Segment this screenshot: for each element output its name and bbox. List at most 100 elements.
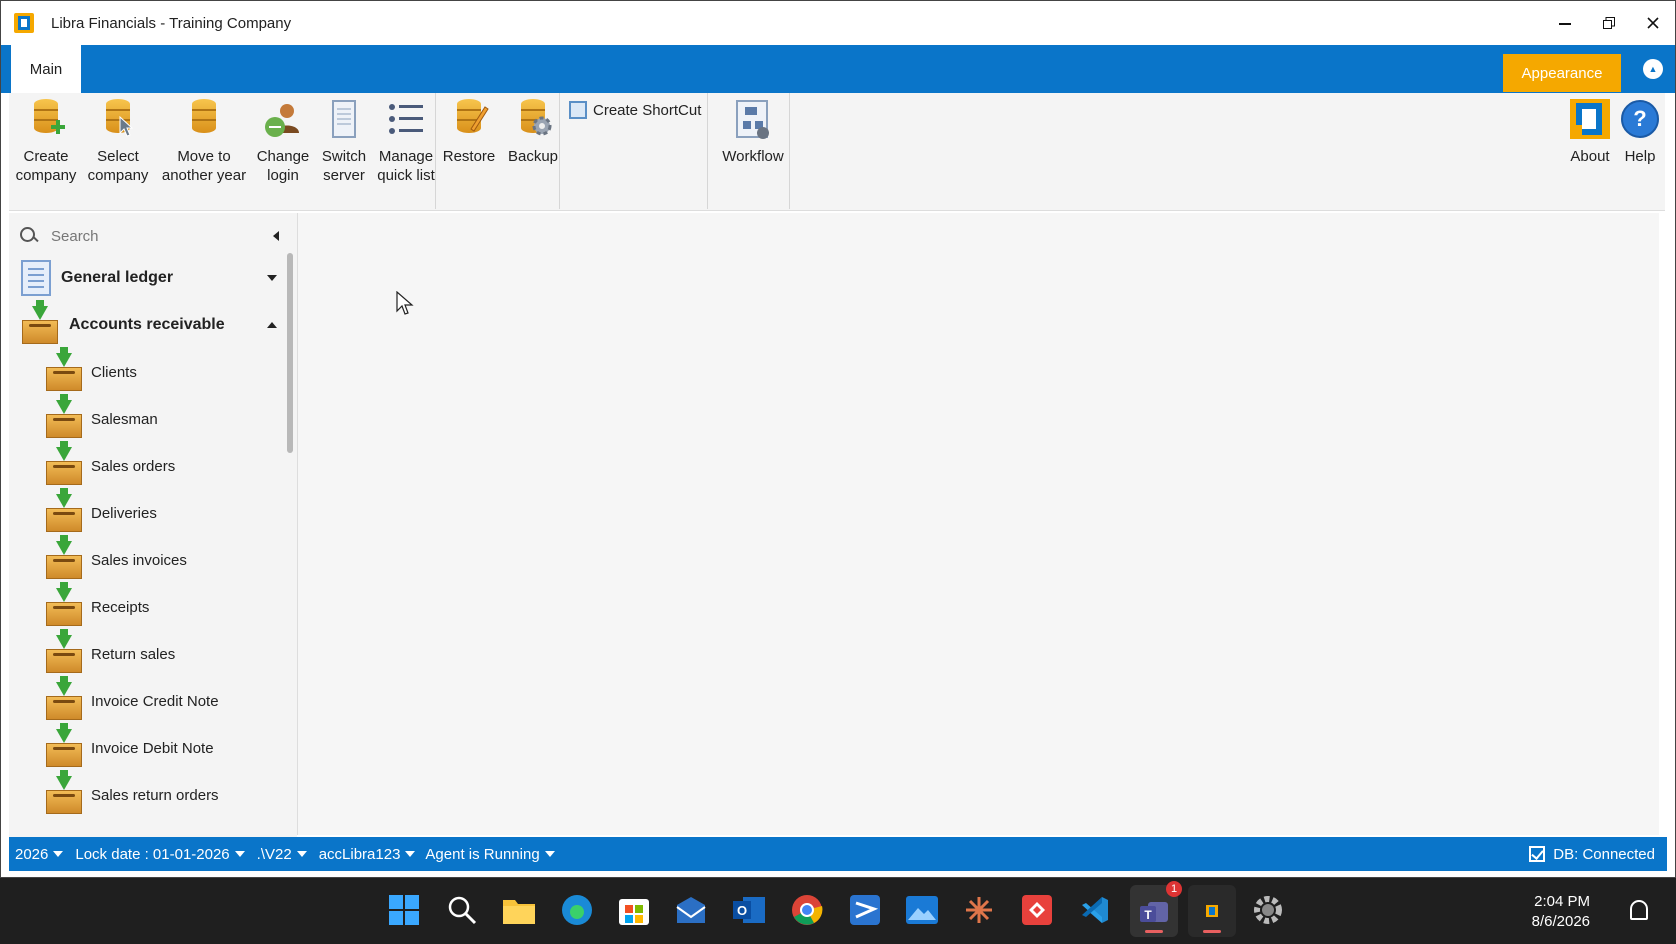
move-year-label: Move to another year: [161, 148, 247, 184]
taskbar-anydesk[interactable]: [1018, 891, 1056, 929]
create-company-button[interactable]: Create company: [15, 99, 77, 185]
app-logo-icon: [13, 12, 35, 34]
workflow-label: Workflow: [722, 148, 784, 165]
dropdown-arrow-icon: [544, 851, 555, 857]
dropdown-arrow-icon: [296, 851, 307, 857]
tab-main[interactable]: Main: [11, 45, 81, 93]
taskbar-file-explorer[interactable]: [500, 891, 538, 929]
teams-icon: T: [1140, 902, 1168, 922]
help-icon: ?: [1620, 99, 1660, 141]
taskbar-app-blue[interactable]: [846, 891, 884, 929]
notification-bell-icon[interactable]: [1630, 900, 1648, 920]
mail-icon: [676, 897, 706, 923]
sidebar-item-deliveries[interactable]: Deliveries: [45, 488, 275, 534]
dropdown-arrow-icon: [53, 851, 64, 857]
lock-date-selector[interactable]: Lock date : 01-01-2026: [75, 846, 245, 863]
collapse-sidebar-icon[interactable]: [273, 231, 279, 241]
sidebar-item-sales-invoices[interactable]: Sales invoices: [45, 535, 275, 581]
sidebar-item-clients[interactable]: Clients: [45, 347, 275, 393]
taskbar-edge[interactable]: [558, 891, 596, 929]
sidebar-item-invoice-credit-note[interactable]: Invoice Credit Note: [45, 676, 275, 722]
move-year-button[interactable]: Move to another year: [159, 99, 249, 185]
about-button[interactable]: About: [1565, 99, 1615, 166]
azure-studio-icon: [850, 895, 880, 925]
user-selector[interactable]: accLibra123: [319, 846, 416, 863]
switch-server-button[interactable]: Switch server: [315, 99, 373, 185]
sidebar-item-sales-return-orders[interactable]: Sales return orders: [45, 770, 275, 816]
server-label: .\V22: [256, 845, 292, 863]
windows-logo-icon: [389, 895, 419, 925]
start-button[interactable]: [385, 891, 423, 929]
backup-button[interactable]: Backup: [505, 99, 561, 166]
restore-icon: [1603, 17, 1615, 29]
restore-button[interactable]: Restore: [441, 99, 497, 166]
appearance-button[interactable]: Appearance: [1503, 54, 1621, 92]
active-indicator: [1145, 930, 1163, 933]
receivable-box-icon: [45, 488, 83, 532]
help-button[interactable]: ? Help: [1619, 99, 1661, 166]
chrome-icon: [792, 895, 823, 925]
select-company-button[interactable]: Select company: [87, 99, 149, 185]
taskbar-store[interactable]: [615, 891, 653, 929]
change-login-button[interactable]: Change login: [253, 99, 313, 185]
system-clock[interactable]: 2:04 PM 8/6/2026: [1532, 892, 1590, 932]
taskbar-teams[interactable]: T 1: [1130, 881, 1182, 937]
taskbar-settings[interactable]: [1249, 891, 1287, 929]
taskbar-photos[interactable]: [903, 891, 941, 929]
taskbar-claude[interactable]: [960, 891, 998, 929]
sidebar-item-sales-orders[interactable]: Sales orders: [45, 441, 275, 487]
taskbar-vscode[interactable]: [1076, 891, 1114, 929]
sunburst-icon: [966, 897, 992, 923]
taskbar-mail[interactable]: [672, 891, 710, 929]
chevron-up-icon: [267, 322, 277, 328]
sidebar-scrollbar[interactable]: [287, 253, 293, 453]
search-icon: [19, 226, 39, 246]
db-status: DB: Connected: [1529, 837, 1655, 871]
window-controls: [1543, 1, 1675, 45]
sidebar-item-label: Sales invoices: [91, 551, 187, 569]
sidebar-item-label: Invoice Credit Note: [91, 692, 219, 710]
taskbar-libra-app[interactable]: [1188, 885, 1236, 937]
sidebar-item-label: Return sales: [91, 645, 176, 663]
sidebar-item-label: Salesman: [91, 410, 158, 428]
sidebar-item-receipts[interactable]: Receipts: [45, 582, 275, 628]
outlook-icon: O: [733, 897, 765, 923]
taskbar-chrome[interactable]: [788, 891, 826, 929]
year-label: 2026: [15, 845, 49, 863]
taskbar-outlook[interactable]: O: [730, 891, 768, 929]
group-general-ledger[interactable]: General ledger: [21, 257, 283, 299]
sidebar-search[interactable]: Search: [19, 221, 287, 251]
taskbar-search-button[interactable]: [443, 891, 481, 929]
ribbon-separator: [789, 93, 790, 209]
checkbox-icon: [1529, 846, 1546, 862]
sidebar-item-invoice-debit-note[interactable]: Invoice Debit Note: [45, 723, 275, 769]
navigation-sidebar: Search General ledger Accounts receivabl…: [9, 213, 297, 837]
manage-quick-list-button[interactable]: Manage quick list: [373, 99, 439, 185]
chevron-down-icon: [267, 275, 277, 281]
shortcut-icon: [569, 101, 587, 119]
search-input[interactable]: Search: [51, 228, 99, 245]
sidebar-item-salesman[interactable]: Salesman: [45, 394, 275, 440]
sidebar-item-return-sales[interactable]: Return sales: [45, 629, 275, 675]
sidebar-item-label: Clients: [91, 363, 137, 381]
ribbon-separator: [559, 93, 560, 209]
server-selector[interactable]: .\V22: [257, 846, 307, 863]
remote-desktop-icon: [1022, 895, 1052, 925]
group-accounts-receivable[interactable]: Accounts receivable: [21, 300, 283, 346]
restore-button[interactable]: [1587, 1, 1631, 45]
workflow-button[interactable]: Workflow: [715, 99, 791, 166]
minimize-button[interactable]: [1543, 1, 1587, 45]
status-bar: 2026 Lock date : 01-01-2026 .\V22 accLib…: [9, 837, 1667, 871]
close-button[interactable]: [1631, 1, 1675, 45]
receivable-box-icon: [45, 394, 83, 438]
collapse-ribbon-button[interactable]: ▲: [1643, 59, 1663, 79]
receivable-box-icon: [45, 441, 83, 485]
receivable-box-icon: [21, 300, 59, 344]
create-shortcut-button[interactable]: Create ShortCut: [569, 101, 701, 119]
close-icon: [1647, 17, 1659, 29]
agent-status-selector[interactable]: Agent is Running: [425, 846, 555, 863]
year-selector[interactable]: 2026: [15, 845, 64, 863]
db-status-label: DB: Connected: [1553, 845, 1655, 863]
svg-text:?: ?: [1633, 106, 1646, 131]
ribbon-tab-bar: Main Appearance: [1, 45, 1675, 93]
